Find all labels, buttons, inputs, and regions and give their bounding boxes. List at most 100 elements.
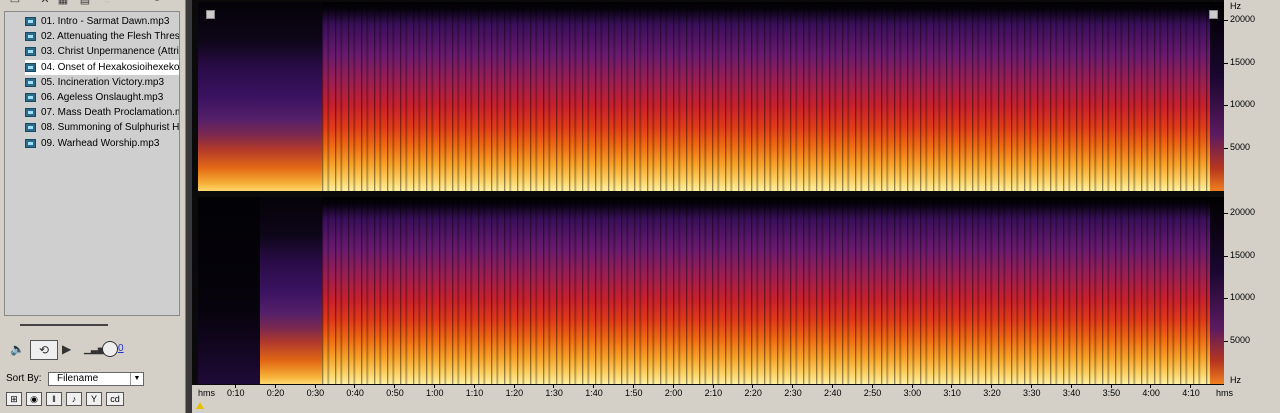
audio-file-icon bbox=[25, 47, 36, 57]
spectrogram-channel-left[interactable] bbox=[198, 2, 1224, 191]
file-list-item[interactable]: 09. Warhead Worship.mp3 bbox=[25, 136, 179, 151]
open-file-icon[interactable]: ▭ bbox=[8, 0, 22, 7]
file-name: 04. Onset of Hexakosioihexekont bbox=[41, 61, 180, 73]
freq-tick-label: 20000 bbox=[1230, 207, 1256, 217]
time-tick-label: 1:20 bbox=[505, 388, 524, 398]
zoom-corner-icon[interactable] bbox=[1209, 10, 1218, 19]
spectrogram-silence-segment bbox=[198, 197, 260, 384]
time-tick-label: 0:30 bbox=[306, 388, 325, 398]
preview-transport: 🔈 ⟲ ▶ ▁▃▅ 0 bbox=[6, 340, 182, 360]
filter-icon[interactable]: Y bbox=[86, 392, 102, 406]
file-list-item[interactable]: 01. Intro - Sarmat Dawn.mp3 bbox=[25, 14, 179, 29]
time-tick-label: 2:20 bbox=[744, 388, 762, 398]
spectrogram-main-segment bbox=[322, 2, 1224, 191]
time-tick-label: 3:30 bbox=[1023, 388, 1041, 398]
time-tick-label: 0:40 bbox=[346, 388, 364, 398]
sort-label: Sort By: bbox=[6, 373, 42, 384]
spectral-display[interactable]: Hz 20000 15000 10000 5000 20000 15000 10… bbox=[192, 0, 1280, 413]
sort-select-value: Filename bbox=[57, 373, 99, 384]
time-tick-label: 2:00 bbox=[664, 388, 683, 398]
loop-toggle-icon[interactable]: ◉ bbox=[26, 392, 42, 406]
file-list-item[interactable]: 03. Christ Unpermanence (Attritio bbox=[25, 44, 180, 59]
freq-unit-label: Hz bbox=[1230, 375, 1241, 385]
sort-select[interactable]: Filename ▼ bbox=[48, 372, 144, 386]
file-list-item[interactable]: 07. Mass Death Proclamation.mp bbox=[25, 105, 179, 120]
files-toolbar: ▭ ✕ ▦ ▤ ◔ ▫ bbox=[0, 0, 186, 10]
sort-row: Sort By: Filename ▼ bbox=[6, 372, 186, 388]
music-note-icon[interactable]: ♪ bbox=[66, 392, 82, 406]
panel-options-icon[interactable]: ▫ bbox=[150, 0, 164, 7]
freq-tick-mark bbox=[1224, 63, 1228, 64]
time-tick-label: 3:00 bbox=[903, 388, 922, 398]
file-list-scrollbar[interactable] bbox=[20, 324, 108, 326]
spectrogram-channel-right[interactable] bbox=[198, 197, 1224, 384]
file-list-item[interactable]: 05. Incineration Victory.mp3 bbox=[25, 75, 179, 90]
pause-icon[interactable]: ‖ bbox=[46, 392, 62, 406]
chevron-down-icon[interactable]: ▼ bbox=[130, 373, 143, 385]
freq-tick-mark bbox=[1224, 105, 1228, 106]
file-name: 02. Attenuating the Flesh Thresho bbox=[41, 31, 180, 43]
file-name: 03. Christ Unpermanence (Attritio bbox=[41, 46, 180, 58]
audio-file-icon bbox=[25, 108, 36, 118]
time-unit-label: hms bbox=[1216, 388, 1234, 398]
file-list-item[interactable]: 08. Summoning of Sulphurist Hor bbox=[25, 120, 180, 135]
freq-tick-label: 5000 bbox=[1230, 142, 1251, 152]
time-tick-label: 3:10 bbox=[943, 388, 961, 398]
spectrogram-intro-segment bbox=[198, 2, 322, 191]
edit-file-icon[interactable]: ▦ bbox=[56, 0, 70, 7]
time-tick-label: 1:10 bbox=[465, 388, 484, 398]
close-file-icon[interactable]: ✕ bbox=[38, 0, 52, 7]
freq-tick-mark bbox=[1224, 148, 1228, 149]
time-unit-label: hms bbox=[198, 388, 216, 398]
time-tick-label: 4:10 bbox=[1182, 388, 1200, 398]
autoplay-icon[interactable]: ◔ bbox=[100, 0, 114, 7]
time-tick-label: 2:30 bbox=[784, 388, 802, 398]
time-tick-label: 0:50 bbox=[386, 388, 404, 398]
time-tick-label: 4:00 bbox=[1142, 388, 1160, 398]
spectrogram-fadeout bbox=[1210, 2, 1224, 191]
freq-tick-label: 15000 bbox=[1230, 57, 1256, 67]
volume-knob[interactable] bbox=[102, 341, 118, 357]
cd-icon[interactable]: cd bbox=[106, 392, 124, 406]
volume-value[interactable]: 0 bbox=[118, 340, 124, 358]
playhead-marker[interactable] bbox=[196, 402, 204, 409]
time-tick-label: 1:00 bbox=[426, 388, 444, 398]
time-tick-label: 1:50 bbox=[625, 388, 643, 398]
time-tick-label: 2:10 bbox=[704, 388, 723, 398]
audio-file-icon bbox=[25, 77, 36, 87]
spectrogram-intro-segment bbox=[260, 197, 322, 384]
freq-tick-label: 15000 bbox=[1230, 250, 1256, 260]
freq-tick-label: 20000 bbox=[1230, 14, 1256, 24]
spectrogram-fadeout bbox=[1210, 197, 1224, 384]
freq-tick-mark bbox=[1224, 20, 1228, 21]
file-name: 09. Warhead Worship.mp3 bbox=[41, 137, 160, 149]
freq-tick-mark bbox=[1224, 213, 1228, 214]
freq-unit-label: Hz bbox=[1230, 1, 1241, 11]
freq-tick-label: 10000 bbox=[1230, 99, 1256, 109]
speaker-icon[interactable]: 🔈 bbox=[10, 340, 25, 358]
time-ruler[interactable]: hms hms 0:10 0:20 0:30 0:40 0:50 1:00 1:10 1:20… bbox=[192, 385, 1280, 413]
play-icon[interactable]: ▶ bbox=[62, 340, 71, 358]
freq-tick-mark bbox=[1224, 341, 1228, 342]
time-tick-label: 1:30 bbox=[545, 388, 563, 398]
file-list[interactable]: 01. Intro - Sarmat Dawn.mp3 02. Attenuati… bbox=[4, 11, 180, 316]
loop-button[interactable]: ⟲ bbox=[30, 340, 58, 360]
time-tick-label: 3:20 bbox=[983, 388, 1001, 398]
file-list-item[interactable]: 06. Ageless Onslaught.mp3 bbox=[25, 90, 179, 105]
time-tick-label: 0:20 bbox=[266, 388, 285, 398]
time-tick-label: 2:40 bbox=[824, 388, 842, 398]
file-list-item[interactable]: 04. Onset of Hexakosioihexekont bbox=[25, 59, 180, 75]
time-tick-label: 3:40 bbox=[1062, 388, 1081, 398]
zoom-corner-icon[interactable] bbox=[206, 10, 215, 19]
insert-file-icon[interactable]: ▤ bbox=[78, 0, 92, 7]
frequency-ruler[interactable]: Hz 20000 15000 10000 5000 20000 15000 10… bbox=[1224, 0, 1280, 390]
time-tick-label: 1:40 bbox=[585, 388, 603, 398]
freq-tick-mark bbox=[1224, 256, 1228, 257]
audio-file-icon bbox=[25, 62, 36, 72]
file-name: 08. Summoning of Sulphurist Hor bbox=[41, 122, 180, 134]
file-name: 05. Incineration Victory.mp3 bbox=[41, 76, 165, 88]
show-full-paths-icon[interactable]: ⊞ bbox=[6, 392, 22, 406]
freq-tick-label: 5000 bbox=[1230, 335, 1251, 345]
file-list-item[interactable]: 02. Attenuating the Flesh Thresho bbox=[25, 29, 180, 44]
audio-file-icon bbox=[25, 138, 36, 148]
